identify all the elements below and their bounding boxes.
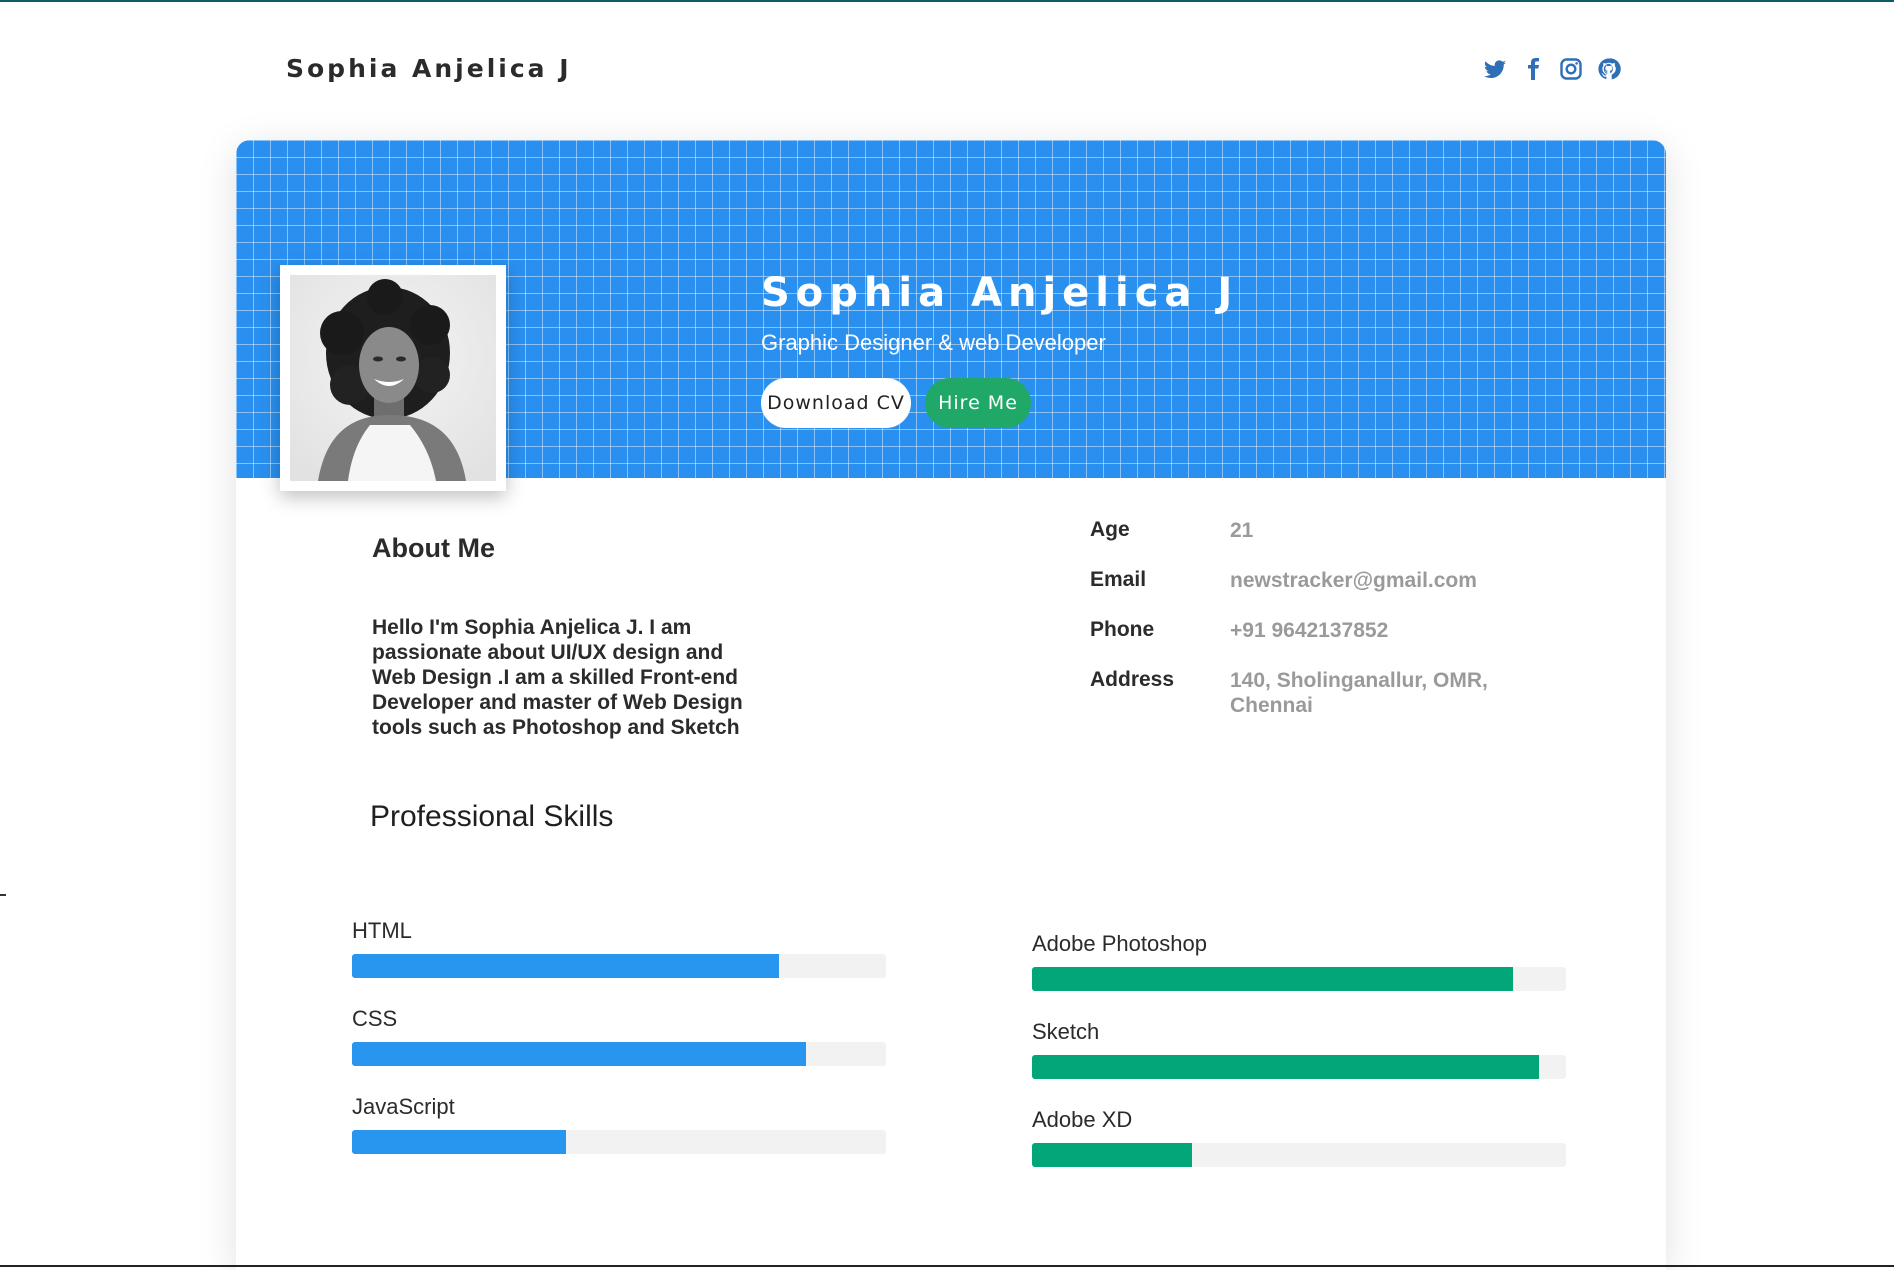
about-text: Hello I'm Sophia Anjelica J. I am passio… [372,616,743,739]
skill-track [352,1042,886,1066]
skill-track [1032,967,1566,991]
skill-label: CSS [352,1006,398,1031]
skill-sketch: Sketch [1032,1019,1566,1079]
skill-bar [352,1130,566,1154]
bottom-border [0,1265,1894,1267]
hero-name: Sophia Anjelica J [761,270,1239,316]
about-title: About Me [372,533,495,563]
hire-me-button[interactable]: Hire Me [925,378,1031,428]
download-cv-button[interactable]: Download CV [761,378,911,428]
skill-track [352,954,886,978]
info-key: Phone [1090,618,1155,641]
skill-bar [352,954,780,978]
hero-role: Graphic Designer & web Developer [761,330,1106,355]
skill-html: HTML [352,918,886,978]
skill-track [352,1130,886,1154]
skill-css: CSS [352,1006,886,1066]
info-key: Address [1090,668,1175,691]
info-value: +91 9642137852 [1230,619,1389,642]
info-row-phone: Phone +91 9642137852 [1090,618,1550,643]
skill-adobe-xd: Adobe XD [1032,1107,1566,1167]
info-value: 21 [1230,519,1254,542]
info-key: Email [1090,568,1147,591]
skills-title: Professional Skills [370,800,614,833]
skill-track [1032,1143,1566,1167]
twitter-icon[interactable] [1483,57,1507,81]
instagram-icon[interactable] [1559,57,1583,81]
profile-photo-image [290,275,496,481]
skill-bar [1032,967,1513,991]
skill-bar [1032,1143,1193,1167]
skill-javascript: JavaScript [352,1094,886,1154]
skill-track [1032,1055,1566,1079]
info-value: 140, Sholinganallur, OMR, Chennai [1230,669,1488,717]
info-row-address: Address 140, Sholinganallur, OMR, Chenna… [1090,668,1550,718]
skill-label: Adobe XD [1032,1107,1133,1132]
skill-label: Adobe Photoshop [1032,931,1207,956]
skill-label: JavaScript [352,1094,455,1119]
top-border [0,0,1894,2]
info-value: newstracker@gmail.com [1230,569,1477,592]
social-links [1483,57,1621,81]
info-key: Age [1090,518,1130,541]
skill-bar [352,1042,806,1066]
info-row-age: Age 21 [1090,518,1550,543]
skill-adobe-photoshop: Adobe Photoshop [1032,931,1566,991]
facebook-icon[interactable] [1521,57,1545,81]
info-row-email: Email newstracker@gmail.com [1090,568,1550,593]
edge-marker [0,894,6,896]
brand-name[interactable]: Sophia Anjelica J [286,54,572,83]
skill-label: HTML [352,918,412,943]
skill-bar [1032,1055,1540,1079]
github-icon[interactable] [1597,57,1621,81]
profile-photo [280,265,506,491]
skill-label: Sketch [1032,1019,1100,1044]
